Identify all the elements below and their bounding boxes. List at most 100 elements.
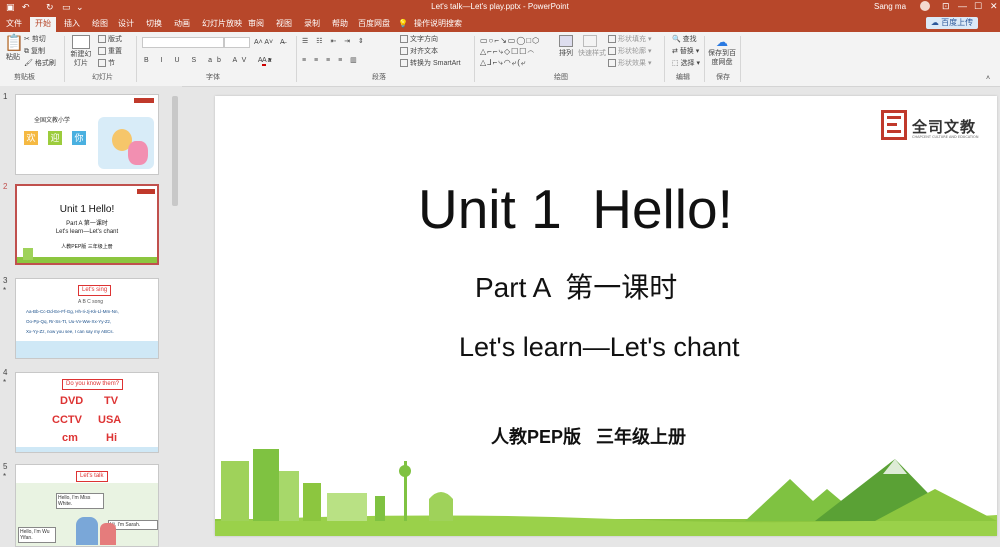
text-direction-button[interactable]: 文字方向 bbox=[400, 35, 438, 44]
tab-record[interactable]: 录制 bbox=[304, 17, 320, 30]
slide-thumbnail-4[interactable]: Do you know them? DVD TV CCTV USA cm Hi bbox=[15, 372, 159, 453]
new-slide-button[interactable]: 新建幻灯片 bbox=[70, 35, 92, 68]
slide-canvas[interactable]: 全司文教 CHAPCENT CULTURE AND EDUCATION Unit… bbox=[215, 96, 997, 536]
animation-star-icon: * bbox=[3, 472, 7, 481]
tab-baidu[interactable]: 百度网盘 bbox=[358, 17, 390, 30]
font-style-buttons[interactable]: B I U S ab AV Aa bbox=[144, 56, 276, 65]
shape-outline-button[interactable]: 形状轮廓 ▾ bbox=[608, 47, 651, 56]
align-text-button[interactable]: 对齐文本 bbox=[400, 47, 438, 56]
share-button[interactable]: ☁ 百度上传 bbox=[926, 17, 978, 29]
tab-insert[interactable]: 插入 bbox=[64, 17, 80, 30]
minimize-icon[interactable]: — bbox=[958, 0, 967, 13]
slide-part[interactable]: Part A 第一课时 bbox=[475, 266, 677, 306]
smartart-button[interactable]: 转换为 SmartArt bbox=[400, 59, 461, 68]
slide-thumbnail-3[interactable]: Let's sing A B C song Aa-Bb-Cc-Dd-Ee-Ff-… bbox=[15, 278, 159, 359]
layout-icon bbox=[98, 35, 106, 44]
select-label: 选择 bbox=[680, 60, 695, 67]
cartoon-illustration bbox=[128, 141, 148, 165]
cut-button[interactable]: ✂ 剪切 bbox=[24, 35, 46, 44]
thumb-number: 1 bbox=[3, 92, 8, 101]
collapse-ribbon-icon[interactable]: ˄ bbox=[986, 74, 990, 83]
close-icon[interactable]: ✕ bbox=[990, 0, 998, 13]
speech-bubble: Hello, I'm Miss White. bbox=[56, 493, 104, 509]
thumb-number: 5 bbox=[3, 462, 8, 471]
arrange-button[interactable]: 排列 bbox=[558, 35, 574, 58]
landscape-illustration bbox=[215, 449, 997, 536]
tab-help[interactable]: 帮助 bbox=[332, 17, 348, 30]
tab-transitions[interactable]: 切换 bbox=[146, 17, 162, 30]
slide-thumbnail-2[interactable]: Unit 1 Hello! Part A 第一课时 Let's learn—Le… bbox=[15, 184, 159, 265]
tab-file[interactable]: 文件 bbox=[6, 17, 22, 30]
replace-label: 替换 bbox=[679, 48, 694, 55]
tab-design[interactable]: 设计 bbox=[118, 17, 134, 30]
cut-label: 剪切 bbox=[31, 36, 46, 43]
arrange-icon bbox=[559, 35, 573, 47]
divider bbox=[64, 36, 65, 82]
quick-styles-label: 快速样式 bbox=[578, 50, 606, 57]
new-slide-icon bbox=[72, 35, 90, 49]
maximize-icon[interactable]: ☐ bbox=[974, 0, 982, 13]
slide-thumbnail-pane: 1 全国文教小学 欢 迎 你 2 Unit 1 Hello! Part A 第一… bbox=[0, 86, 182, 547]
layout-button[interactable]: 版式 bbox=[98, 35, 122, 44]
arrange-label: 排列 bbox=[559, 50, 573, 57]
slide-thumbnail-1[interactable]: 全国文教小学 欢 迎 你 bbox=[15, 94, 159, 175]
welcome-char: 你 bbox=[72, 131, 86, 145]
divider bbox=[296, 36, 297, 82]
copy-button[interactable]: ⧉ 复制 bbox=[24, 47, 45, 56]
thumb-number: 2 bbox=[3, 182, 8, 191]
tab-animations[interactable]: 动画 bbox=[174, 17, 190, 30]
quick-styles-button[interactable]: 快速样式 bbox=[578, 35, 606, 58]
shape-effects-button[interactable]: 形状效果 ▾ bbox=[608, 59, 651, 68]
tab-slideshow[interactable]: 幻灯片放映 bbox=[202, 17, 242, 30]
thumb-word: CCTV bbox=[52, 414, 82, 426]
reset-label: 重置 bbox=[108, 48, 122, 55]
group-editing: 编辑 bbox=[676, 74, 690, 81]
tab-draw[interactable]: 绘图 bbox=[92, 17, 108, 30]
title-bar: ▣ ↶ ↻ ▭ ⌄ Let's talk—Let's play.pptx - P… bbox=[0, 0, 1000, 14]
tab-view[interactable]: 视图 bbox=[276, 17, 292, 30]
slide-thumbnail-5[interactable]: Let's talk Hello, I'm Miss White. Hi, I'… bbox=[15, 464, 159, 547]
cursor-icon: ⬚ bbox=[672, 60, 681, 67]
clear-format-icon[interactable]: A̶ bbox=[280, 38, 285, 47]
select-button[interactable]: ⬚ 选择 ▾ bbox=[672, 59, 700, 68]
thumb-lesson: Let's learn—Let's chant bbox=[55, 229, 119, 235]
font-size-select[interactable] bbox=[224, 37, 250, 48]
section-button[interactable]: 节 bbox=[98, 59, 115, 68]
align-buttons[interactable]: ≡ ≡ ≡ ≡ ▥ bbox=[302, 56, 360, 65]
shape-fill-button[interactable]: 形状填充 ▾ bbox=[608, 35, 651, 44]
shapes-gallery[interactable]: ▭○⌐↘▭◯□⬡ △⌐⌐⤷◇☐☐⌒ △⅃⌐⤷◠⤶(⤶ bbox=[480, 35, 540, 68]
grow-font-icon[interactable]: A˄ A˅ bbox=[254, 38, 273, 47]
ribbon-tabs: 文件 开始 插入 绘图 设计 切换 动画 幻灯片放映 审阅 视图 录制 帮助 百… bbox=[0, 14, 1000, 32]
shape-outline-label: 形状轮廓 bbox=[618, 48, 646, 55]
speech-bubble: Hello, I'm Wu Yifan. bbox=[18, 527, 56, 543]
reset-button[interactable]: 重置 bbox=[98, 47, 122, 56]
format-painter-button[interactable]: 🖌 格式刷 bbox=[24, 59, 56, 68]
tell-me-search[interactable]: 操作说明搜索 bbox=[414, 17, 462, 30]
slide-lesson[interactable]: Let's learn—Let's chant bbox=[459, 332, 739, 363]
ribbon-display-icon[interactable]: ⊡ bbox=[942, 0, 950, 13]
save-baidu-button[interactable]: ☁ 保存到百度网盘 bbox=[708, 35, 736, 67]
replace-button[interactable]: ⇄ 替换 ▾ bbox=[672, 47, 699, 56]
font-color-icon[interactable]: A ▾ bbox=[262, 56, 272, 66]
building bbox=[279, 471, 299, 521]
share-label: 百度上传 bbox=[941, 18, 974, 27]
group-paragraph: 段落 bbox=[372, 74, 386, 81]
list-buttons[interactable]: ☰ ☷ ⇤ ⇥ ⇕ bbox=[302, 37, 367, 46]
thumb-word: DVD bbox=[60, 395, 84, 407]
find-button[interactable]: 🔍 查找 bbox=[672, 35, 697, 44]
find-label: 查找 bbox=[682, 36, 697, 43]
company-logo bbox=[881, 110, 907, 140]
new-slide-label: 新建幻灯片 bbox=[70, 51, 92, 67]
tab-home[interactable]: 开始 bbox=[30, 17, 56, 32]
group-save: 保存 bbox=[716, 74, 730, 81]
user-name[interactable]: Sang ma bbox=[874, 1, 906, 13]
avatar[interactable] bbox=[920, 1, 930, 11]
thumb-number: 3 bbox=[3, 276, 8, 285]
welcome-char: 欢 bbox=[24, 131, 38, 145]
tab-review[interactable]: 审阅 bbox=[248, 17, 264, 30]
paste-button[interactable]: 📋 粘贴 bbox=[4, 35, 24, 62]
slide-title[interactable]: Unit 1 Hello! bbox=[418, 177, 733, 241]
font-family-select[interactable] bbox=[142, 37, 224, 48]
thumbnail-scrollbar[interactable] bbox=[172, 96, 178, 206]
thumb-banner: Let's talk bbox=[76, 471, 108, 482]
